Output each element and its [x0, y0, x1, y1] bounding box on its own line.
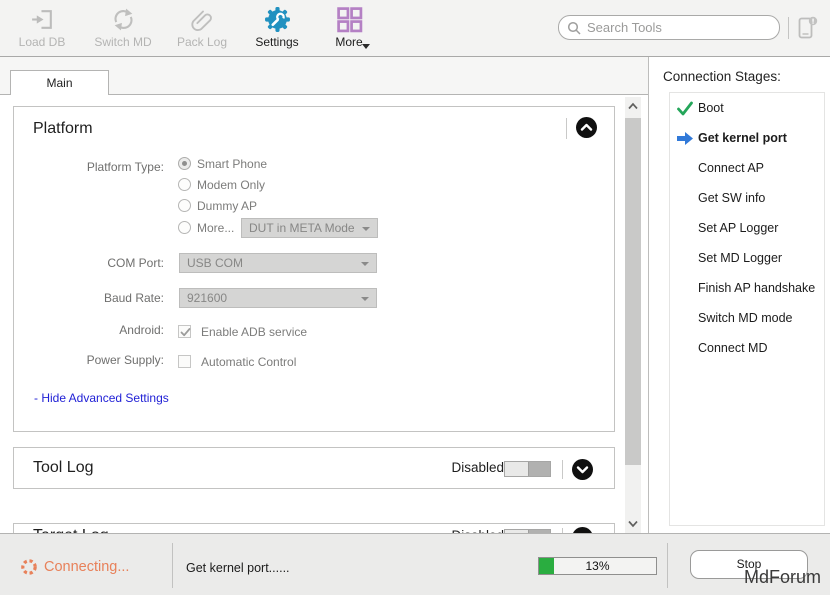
device-status-button[interactable] — [794, 14, 820, 42]
platform-collapse-button[interactable] — [576, 117, 597, 138]
chevron-up-circle-icon — [576, 117, 597, 138]
search-icon — [567, 21, 581, 35]
platform-section: Platform Platform Type: Smart Phone Mode… — [13, 106, 615, 432]
status-bar: Connecting... Get kernel port...... 13% … — [0, 533, 830, 595]
load-db-icon — [29, 6, 56, 33]
stage-boot: Boot — [670, 93, 824, 123]
settings-button[interactable]: Settings — [249, 6, 305, 49]
radio-modem-only-label: Modem Only — [197, 178, 265, 193]
meta-mode-select[interactable]: DUT in META Mode — [241, 218, 378, 238]
baud-rate-select[interactable]: 921600 — [179, 288, 377, 308]
stage-get-sw-info: Get SW info — [670, 183, 824, 213]
tool-log-section: Tool Log Disabled — [13, 447, 615, 489]
radio-dummy-ap-label: Dummy AP — [197, 199, 257, 214]
switch-md-icon — [110, 6, 137, 33]
adb-checkbox[interactable] — [178, 325, 191, 338]
vertical-scrollbar[interactable] — [625, 97, 641, 533]
toggle-knob — [505, 462, 529, 476]
adb-checkbox-label: Enable ADB service — [201, 325, 307, 340]
target-log-section-partial: Target Log Disabled — [13, 523, 615, 533]
radio-smart-phone-label: Smart Phone — [197, 157, 267, 172]
stage-switch-md-mode: Switch MD mode — [670, 303, 824, 333]
toolbar-divider — [788, 17, 789, 39]
radio-dummy-ap[interactable] — [178, 199, 191, 212]
connection-message: Get kernel port...... — [186, 561, 290, 575]
stage-connect-ap: Connect AP — [670, 153, 824, 183]
scroll-up-icon — [627, 102, 639, 110]
radio-more[interactable] — [178, 221, 191, 234]
pack-log-button[interactable]: Pack Log — [172, 6, 232, 49]
radio-smart-phone[interactable] — [178, 157, 191, 170]
connecting-spinner-icon — [20, 558, 38, 576]
search-input[interactable] — [587, 20, 771, 35]
platform-type-label: Platform Type: — [14, 157, 164, 177]
stage-set-ap-logger: Set AP Logger — [670, 213, 824, 243]
power-checkbox-label: Automatic Control — [201, 355, 296, 370]
switch-md-button[interactable]: Switch MD — [92, 6, 154, 49]
power-supply-label: Power Supply: — [14, 353, 164, 368]
scrollbar-thumb[interactable] — [625, 118, 641, 465]
load-db-button[interactable]: Load DB — [12, 6, 72, 49]
chevron-down-circle-icon — [572, 459, 593, 480]
tool-log-title: Tool Log — [33, 459, 94, 477]
connection-status-text: Connecting... — [44, 559, 129, 575]
status-bar-divider — [667, 543, 668, 588]
connection-stages-panel: Connection Stages: Boot Get kernel port … — [648, 57, 830, 533]
scroll-down-button[interactable] — [625, 515, 641, 533]
app-window: Load DB Switch MD Pack Log — [0, 0, 830, 595]
radio-modem-only[interactable] — [178, 178, 191, 191]
android-label: Android: — [14, 323, 164, 338]
pack-log-icon — [189, 6, 216, 33]
search-box[interactable] — [558, 15, 780, 40]
toolbar: Load DB Switch MD Pack Log — [0, 0, 830, 57]
stage-current-arrow-icon — [676, 131, 694, 146]
watermark-text: MdForum — [744, 567, 821, 588]
load-db-label: Load DB — [19, 35, 66, 49]
tool-log-expand-button[interactable] — [572, 459, 593, 480]
stage-done-check-icon — [676, 101, 694, 116]
connection-stages-title: Connection Stages: — [663, 69, 781, 84]
tool-log-toggle[interactable] — [504, 461, 551, 477]
com-port-select[interactable]: USB COM — [179, 253, 377, 273]
power-checkbox[interactable] — [178, 355, 191, 368]
more-button[interactable]: More — [325, 6, 373, 49]
connection-stages-list: Boot Get kernel port Connect AP Get SW i… — [669, 92, 825, 526]
check-icon — [179, 326, 192, 339]
progress-percent: 13% — [539, 558, 656, 574]
more-caret-icon — [362, 44, 370, 49]
platform-header-divider — [566, 118, 567, 139]
tool-log-status: Disabled — [438, 460, 504, 475]
settings-gear-icon — [264, 6, 291, 33]
progress-bar: 13% — [538, 557, 657, 575]
scroll-down-icon — [627, 520, 639, 528]
tab-main[interactable]: Main — [10, 70, 109, 95]
stage-connect-md: Connect MD — [670, 333, 824, 363]
settings-label: Settings — [255, 35, 298, 49]
scroll-up-button[interactable] — [625, 97, 641, 115]
switch-md-label: Switch MD — [94, 35, 151, 49]
stage-finish-ap-handshake: Finish AP handshake — [670, 273, 824, 303]
stage-set-md-logger: Set MD Logger — [670, 243, 824, 273]
com-port-label: COM Port: — [14, 253, 164, 273]
pack-log-label: Pack Log — [177, 35, 227, 49]
workspace: Main Platform Platform Type: Smart Phone… — [0, 57, 830, 533]
radio-more-label: More... — [197, 221, 234, 236]
tool-log-header-divider — [562, 460, 563, 479]
hide-advanced-settings-link[interactable]: - Hide Advanced Settings — [34, 391, 169, 405]
platform-section-title: Platform — [33, 120, 93, 138]
more-grid-icon — [336, 6, 363, 33]
baud-rate-label: Baud Rate: — [14, 288, 164, 308]
stage-get-kernel-port: Get kernel port — [670, 123, 824, 153]
device-phone-icon — [794, 14, 820, 42]
status-bar-divider — [172, 543, 173, 588]
more-label: More — [335, 35, 362, 49]
